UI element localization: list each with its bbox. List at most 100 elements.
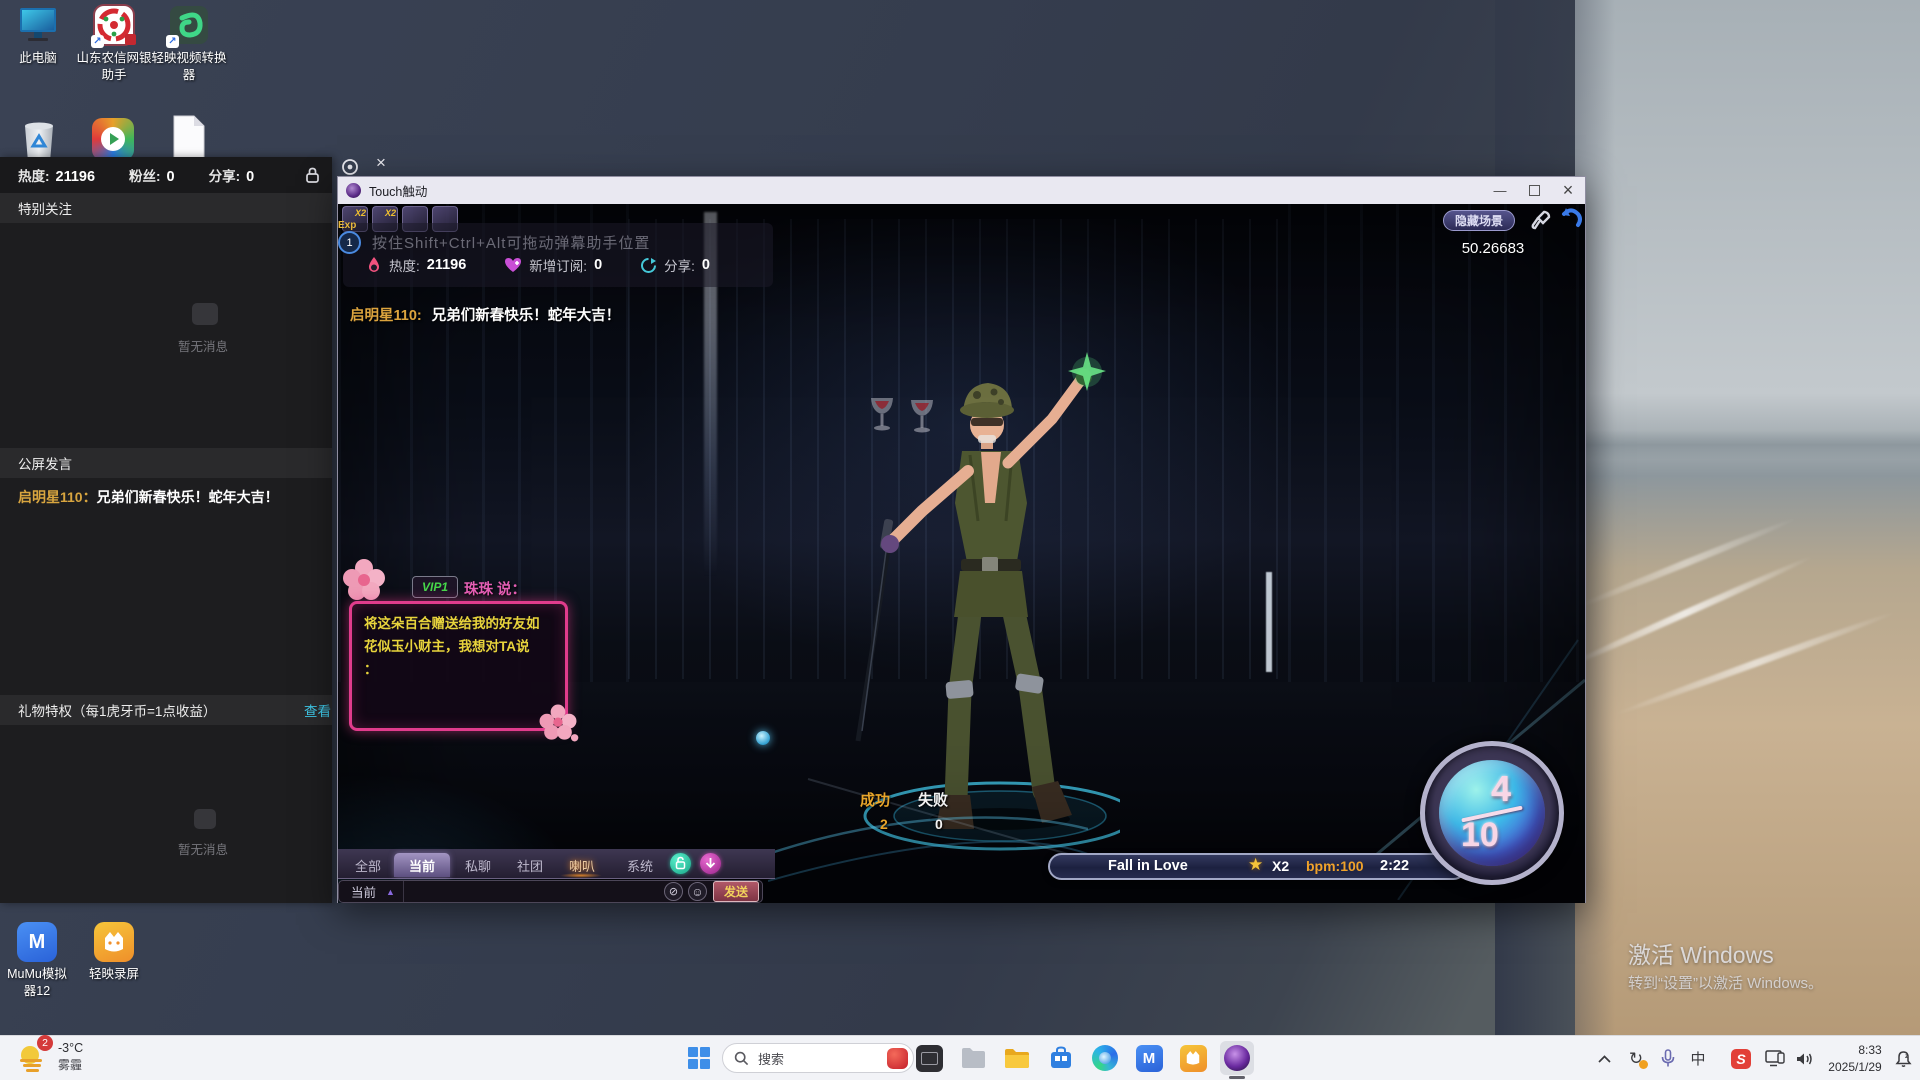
tab-system[interactable]: 系统 xyxy=(616,853,664,877)
share-label: 分享: xyxy=(208,169,241,184)
game-canvas[interactable]: X2 X2 Exp 1 按住Shift+Ctrl+Alt可拖动弹幕助手位置 热度… xyxy=(338,204,1585,903)
taskbar-weather[interactable]: 2 -3°C 雾霾 xyxy=(14,1035,84,1075)
fans-value: 0 xyxy=(166,169,175,185)
qingying-icon xyxy=(94,922,134,962)
vip-line: 花似玉小财主，我想对TA说 xyxy=(364,639,530,654)
round-counter[interactable]: 4 10 xyxy=(1420,741,1564,885)
app-icon xyxy=(346,183,361,198)
empty-message-text: 暂无消息 xyxy=(178,843,229,857)
taskbar-app-mumu[interactable]: M xyxy=(1132,1041,1166,1075)
icon-label: 助手 xyxy=(101,67,127,82)
maximize-icon xyxy=(1528,185,1540,196)
subscribe-value: 0 xyxy=(594,257,603,273)
taskbar-app-folder-gray[interactable] xyxy=(956,1041,990,1075)
horn-glow xyxy=(560,873,602,878)
emoji-icon[interactable]: ☺ xyxy=(688,882,707,901)
tray-display-icon[interactable] xyxy=(1762,1036,1788,1080)
score-swoosh xyxy=(768,778,1088,882)
undo-arrow-icon[interactable] xyxy=(1558,206,1584,232)
send-button[interactable]: 发送 xyxy=(713,881,759,902)
desktop-icon-pdf-app[interactable] xyxy=(92,118,134,160)
round-sphere: 4 10 xyxy=(1439,760,1545,866)
desktop-icon-qingying-rec[interactable]: 轻映录屏 xyxy=(66,922,162,983)
song-multiplier: X2 xyxy=(1272,858,1290,874)
game-window: Touch触动 — × X2 X2 Exp 1 按住Shift+Ctrl+Alt… xyxy=(337,176,1586,903)
empty-message-icon xyxy=(194,809,216,829)
taskbar-app-dark[interactable] xyxy=(912,1041,946,1075)
heat-value: 21196 xyxy=(426,257,467,273)
weather-badge: 2 xyxy=(37,1035,53,1051)
tray-sync-icon[interactable]: ↻ xyxy=(1622,1036,1650,1080)
wrench-icon[interactable] xyxy=(1530,209,1552,231)
tab-current[interactable]: 当前 xyxy=(394,853,450,877)
colorful-app-icon xyxy=(92,118,134,160)
share-icon xyxy=(641,257,657,273)
heat-value: 21196 xyxy=(55,169,96,185)
song-name: Fall in Love xyxy=(1108,858,1188,874)
taskbar-app-file-explorer[interactable] xyxy=(1000,1041,1034,1075)
icon-label: 此电脑 xyxy=(19,51,57,65)
unlock-chat-button[interactable] xyxy=(670,853,691,874)
song-info-bar: Fall in Love ★ X2 bpm:100 2:22 xyxy=(1048,853,1467,880)
collapse-chat-button[interactable] xyxy=(700,853,721,874)
star-icon: ★ xyxy=(1248,855,1264,874)
tab-all[interactable]: 全部 xyxy=(344,853,392,877)
tray-clock[interactable]: 8:33 2025/1/29 xyxy=(1824,1036,1886,1080)
minimize-button[interactable]: — xyxy=(1483,177,1517,204)
shortcut-arrow-icon: ↗ xyxy=(166,35,179,48)
tray-ime-indicator[interactable]: 中 xyxy=(1686,1036,1710,1080)
tray-sogou-icon[interactable]: S xyxy=(1728,1036,1754,1080)
this-pc-icon xyxy=(20,8,56,41)
maximize-button[interactable] xyxy=(1517,177,1551,204)
round-denominator: 10 xyxy=(1461,816,1499,854)
stream-stats-row: 热度: 21196 新增订阅: 0 分享: 0 xyxy=(366,255,710,275)
fans-label: 粉丝: xyxy=(129,169,161,184)
section-public-chat[interactable]: 公屏发言 xyxy=(0,448,332,478)
chat-input[interactable] xyxy=(403,881,664,902)
subscribe-label: 新增订阅: xyxy=(529,259,588,274)
desktop-icon-video-converter[interactable]: ↗ 轻映视频转换 器 xyxy=(141,6,237,84)
taskbar-app-store[interactable] xyxy=(1044,1041,1078,1075)
section-gift-privilege[interactable]: 礼物特权（每1虎牙币=1点收益） 查看 xyxy=(0,695,332,725)
panel-close-button[interactable]: × xyxy=(376,153,396,175)
weather-condition: 雾霾 xyxy=(58,1058,83,1073)
tray-volume-icon[interactable] xyxy=(1792,1036,1818,1080)
start-button[interactable] xyxy=(682,1041,716,1075)
tab-guild[interactable]: 社团 xyxy=(506,853,554,877)
flower-decoration-icon xyxy=(539,704,579,742)
tray-notification-bell-icon[interactable]: z xyxy=(1890,1036,1916,1080)
heat-label: 热度: xyxy=(389,259,420,274)
empty-message-icon xyxy=(192,303,218,325)
activation-watermark-title: 激活 Windows xyxy=(1628,942,1774,968)
lock-icon[interactable] xyxy=(305,167,320,183)
close-button[interactable]: × xyxy=(1551,177,1585,204)
chat-input-bar: 当前 ▲ ⊘ ☺ 发送 xyxy=(338,880,763,903)
fail-label: 失败 xyxy=(918,792,949,809)
record-button[interactable] xyxy=(341,158,359,176)
weather-temp: -3°C xyxy=(58,1041,84,1056)
window-title: Touch触动 xyxy=(369,185,428,199)
level-badge: 1 xyxy=(338,231,361,254)
share-value: 0 xyxy=(246,169,255,185)
taskbar-app-qingying[interactable] xyxy=(1176,1041,1210,1075)
section-special-follow[interactable]: 特别关注 xyxy=(0,193,332,223)
clear-input-icon[interactable]: ⊘ xyxy=(664,882,683,901)
taskbar-search-box[interactable]: 搜索 xyxy=(722,1043,914,1073)
view-link[interactable]: 查看 xyxy=(304,700,331,720)
vip-line: ： xyxy=(364,662,378,677)
tab-private[interactable]: 私聊 xyxy=(454,853,502,877)
taskbar-app-edge[interactable] xyxy=(1088,1041,1122,1075)
tray-chevron-icon[interactable] xyxy=(1592,1036,1616,1080)
exp-label: Exp xyxy=(338,220,357,231)
active-app-indicator xyxy=(1229,1076,1245,1079)
flower-decoration-icon xyxy=(343,559,385,600)
tray-microphone-icon[interactable] xyxy=(1656,1036,1680,1080)
search-promo-icon xyxy=(887,1047,908,1069)
channel-selector[interactable]: 当前 ▲ xyxy=(339,881,404,902)
chat-username[interactable]: 启明星110 xyxy=(18,489,83,505)
hide-scene-button[interactable]: 隐藏场景 xyxy=(1443,210,1515,231)
song-bpm: bpm:100 xyxy=(1306,858,1364,874)
game-titlebar[interactable]: Touch触动 — × xyxy=(338,177,1585,204)
chat-text: 兄弟们新春快乐！蛇年大吉！ xyxy=(96,489,279,505)
taskbar-app-touch-active[interactable] xyxy=(1220,1041,1254,1079)
